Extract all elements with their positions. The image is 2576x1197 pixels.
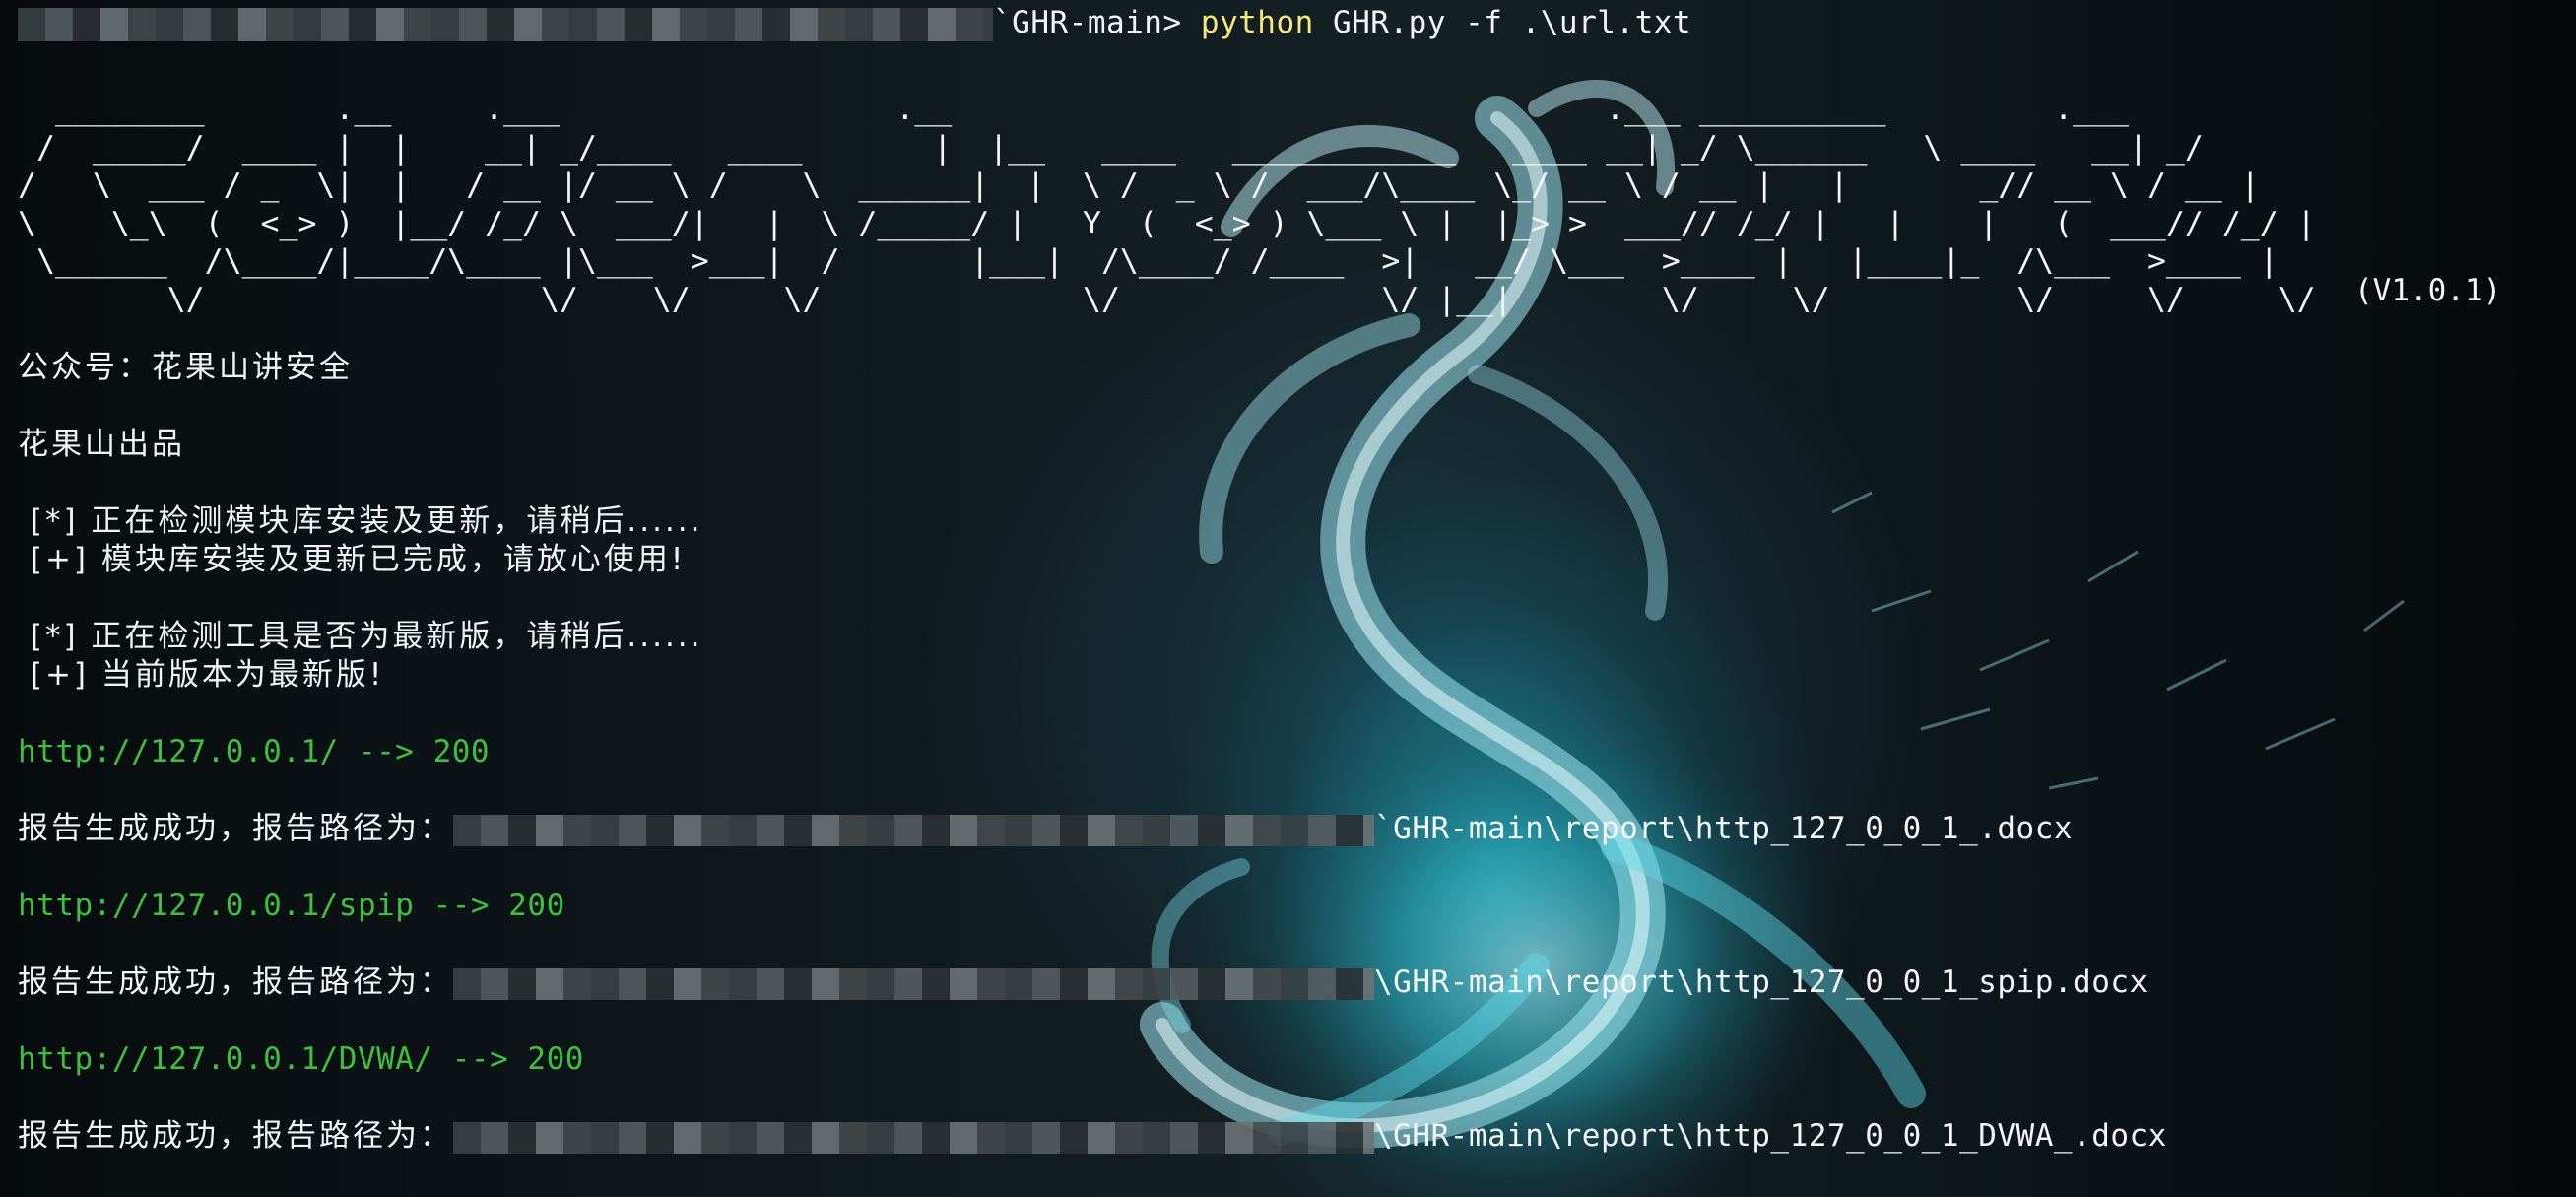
status-check-modules: [*] 正在检测模块库安装及更新，请稍后......: [18, 503, 703, 539]
wechat-account: 公众号：花果山讲安全: [18, 350, 353, 385]
command-args: GHR.py -f .\url.txt: [1332, 5, 1692, 40]
redacted-path: [453, 814, 1374, 846]
command-name: python: [1200, 5, 1314, 40]
url-result-line: http://127.0.0.1/DVWA/ --> 200: [18, 1041, 584, 1077]
prompt-path: `GHR-main>: [993, 5, 1182, 40]
report-line: 报告生成成功，报告路径为： `GHR-main\report\http_127_0…: [18, 810, 2073, 847]
url-result-line: http://127.0.0.1/spip --> 200: [18, 888, 565, 923]
redacted-path: [453, 1121, 1374, 1154]
credit-line: 花果山出品: [18, 427, 185, 462]
status-version-ok: [+] 当前版本为最新版!: [18, 657, 385, 693]
terminal-window[interactable]: `GHR-main> python GHR.py -f .\url.txt __…: [0, 0, 2576, 1197]
redacted-path: [453, 967, 1374, 1000]
report-label: 报告生成成功，报告路径为：: [18, 811, 453, 846]
status-modules-done: [+] 模块库安装及更新已完成，请放心使用!: [18, 542, 687, 577]
report-path: \GHR-main\report\http_127_0_0_1_spip.doc…: [1374, 964, 2148, 1000]
report-path: `GHR-main\report\http_127_0_0_1_.docx: [1374, 811, 2074, 846]
redacted-path: [18, 7, 993, 41]
report-label: 报告生成成功，报告路径为：: [18, 1118, 453, 1154]
report-label: 报告生成成功，报告路径为：: [18, 964, 453, 1000]
url-result-line: http://127.0.0.1/ --> 200: [18, 734, 491, 769]
ascii-banner: ________ .__ .___ .__ .___ __________ ._…: [18, 92, 2316, 317]
status-check-version: [*] 正在检测工具是否为最新版，请稍后......: [18, 619, 703, 654]
report-path: \GHR-main\report\http_127_0_0_1_DVWA_.do…: [1374, 1118, 2167, 1154]
report-line: 报告生成成功，报告路径为： \GHR-main\report\http_127_0…: [18, 964, 2148, 1001]
report-line: 报告生成成功，报告路径为： \GHR-main\report\http_127_0…: [18, 1117, 2167, 1155]
prompt-line: `GHR-main> python GHR.py -f .\url.txt: [18, 4, 1691, 41]
version-label: (V1.0.1): [2354, 273, 2502, 308]
